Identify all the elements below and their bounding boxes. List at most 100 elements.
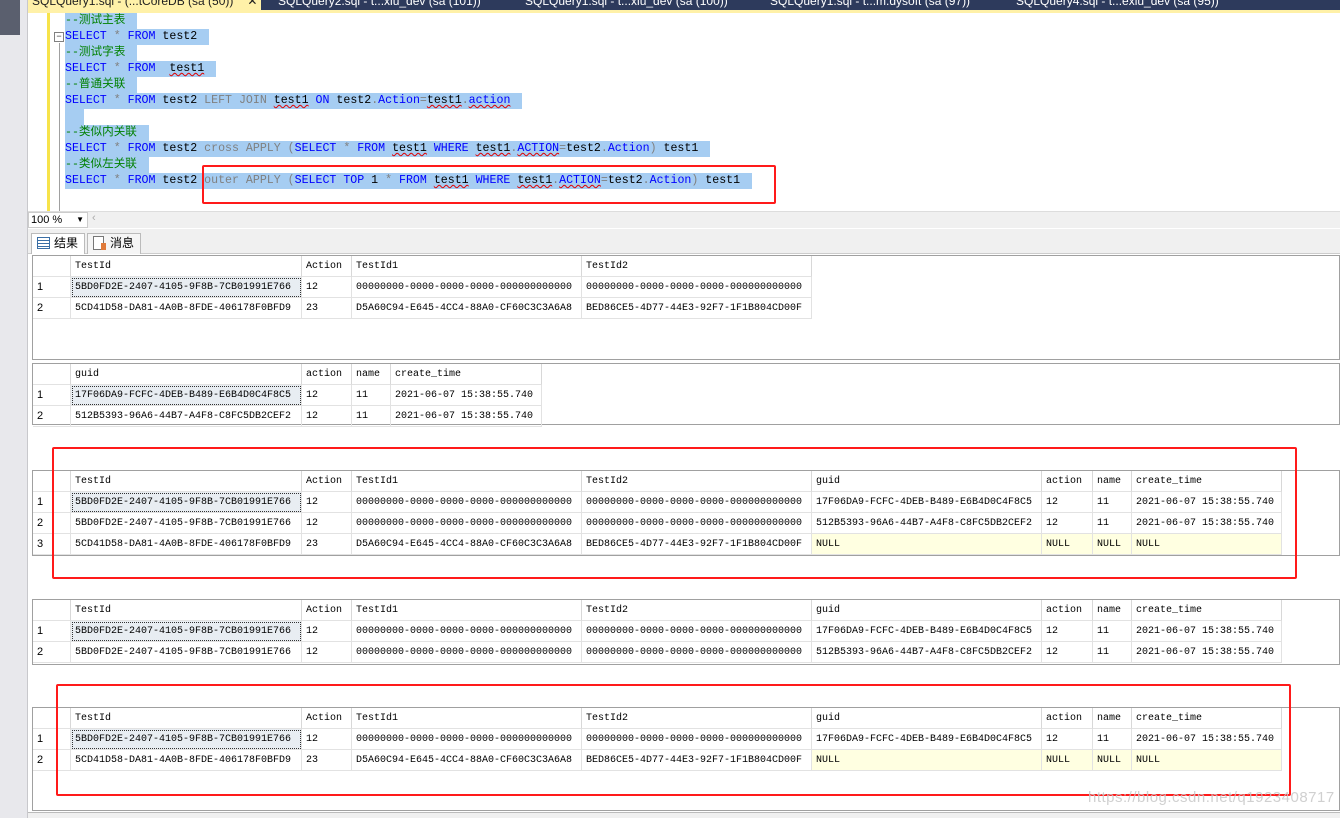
doc-tab[interactable]: SQLQuery2.sql - t...xiu_dev (sa (101))	[278, 0, 481, 10]
table-cell[interactable]: 12	[302, 492, 352, 513]
column-header[interactable]: name	[1093, 708, 1132, 729]
table-cell[interactable]: 00000000-0000-0000-0000-000000000000	[352, 729, 582, 750]
column-header[interactable]: create_time	[1132, 471, 1282, 492]
table-cell[interactable]: 23	[302, 534, 352, 555]
row-header-corner[interactable]	[33, 600, 71, 621]
table-cell[interactable]: 2021-06-07 15:38:55.740	[1132, 729, 1282, 750]
table-cell[interactable]: 11	[1093, 513, 1132, 534]
table-cell[interactable]: NULL	[1093, 534, 1132, 555]
table-cell[interactable]: NULL	[812, 534, 1042, 555]
table-cell[interactable]: 5BD0FD2E-2407-4105-9F8B-7CB01991E766	[71, 492, 302, 513]
table-cell[interactable]: 12	[302, 513, 352, 534]
table-cell[interactable]: 00000000-0000-0000-0000-000000000000	[352, 642, 582, 663]
row-number[interactable]: 1	[33, 621, 71, 642]
row-number[interactable]: 2	[33, 298, 71, 319]
scroll-left-icon[interactable]: ‹	[92, 212, 96, 224]
close-icon[interactable]: ✕	[247, 0, 257, 8]
result-grid[interactable]: TestId Action TestId1 TestId2 guid action name…	[32, 599, 1340, 665]
column-header[interactable]: TestId1	[352, 256, 582, 277]
table-cell[interactable]: 11	[1093, 492, 1132, 513]
column-header[interactable]: create_time	[1132, 708, 1282, 729]
zoom-select[interactable]: 100 % ▼	[28, 212, 88, 228]
table-cell[interactable]: 17F06DA9-FCFC-4DEB-B489-E6B4D0C4F8C5	[812, 492, 1042, 513]
table-cell[interactable]: 12	[302, 277, 352, 298]
column-header[interactable]: TestId	[71, 600, 302, 621]
table-cell[interactable]: 12	[1042, 729, 1093, 750]
table-cell[interactable]: 11	[352, 406, 391, 427]
table-cell[interactable]: 23	[302, 298, 352, 319]
table-cell[interactable]: 11	[1093, 642, 1132, 663]
column-header[interactable]: guid	[812, 708, 1042, 729]
code-line[interactable]: SELECT * FROM test2	[65, 29, 210, 45]
table-cell[interactable]: 5BD0FD2E-2407-4105-9F8B-7CB01991E766	[71, 513, 302, 534]
table-cell[interactable]: 2021-06-07 15:38:55.740	[1132, 621, 1282, 642]
result-grid[interactable]: TestId Action TestId1 TestId2 guid action name…	[32, 470, 1340, 556]
row-header-corner[interactable]	[33, 708, 71, 729]
column-header[interactable]: Action	[302, 256, 352, 277]
table-cell[interactable]: 12	[302, 621, 352, 642]
table-cell[interactable]: 12	[302, 406, 352, 427]
tab-results[interactable]: 结果	[31, 233, 86, 254]
table-cell[interactable]: 00000000-0000-0000-0000-000000000000	[352, 621, 582, 642]
table-cell[interactable]: 5CD41D58-DA81-4A0B-8FDE-406178F0BFD9	[71, 534, 302, 555]
code-line[interactable]	[65, 109, 84, 125]
table-cell[interactable]: NULL	[1132, 750, 1282, 771]
column-header[interactable]: action	[1042, 471, 1093, 492]
column-header[interactable]: name	[1093, 600, 1132, 621]
column-header[interactable]: create_time	[391, 364, 542, 385]
doc-tab[interactable]: SQLQuery4.sql - t...exiu_dev (sa (95))	[1016, 0, 1219, 10]
table-cell[interactable]: NULL	[812, 750, 1042, 771]
code-line[interactable]: --类似左关联	[65, 157, 149, 173]
column-header[interactable]: TestId1	[352, 708, 582, 729]
column-header[interactable]: action	[1042, 708, 1093, 729]
result-grid[interactable]: guid action name create_time 1 17F06DA9-FCFC-…	[32, 363, 1340, 427]
table-cell[interactable]: 00000000-0000-0000-0000-000000000000	[582, 492, 812, 513]
table-cell[interactable]: 00000000-0000-0000-0000-000000000000	[582, 513, 812, 534]
code-line[interactable]: --类似内关联	[65, 125, 149, 141]
column-header[interactable]: TestId	[71, 708, 302, 729]
table-cell[interactable]: 2021-06-07 15:38:55.740	[1132, 513, 1282, 534]
table-cell[interactable]: 17F06DA9-FCFC-4DEB-B489-E6B4D0C4F8C5	[812, 621, 1042, 642]
column-header[interactable]: action	[302, 364, 352, 385]
column-header[interactable]: Action	[302, 708, 352, 729]
table-cell[interactable]: 2021-06-07 15:38:55.740	[391, 385, 542, 406]
row-number[interactable]: 2	[33, 406, 71, 427]
tab-messages[interactable]: 消息	[87, 233, 142, 254]
row-number[interactable]: 3	[33, 534, 71, 555]
table-cell[interactable]: 12	[1042, 642, 1093, 663]
sql-editor[interactable]: − --测试主表 SELECT * FROM test2 --测试字表 SELECT …	[28, 13, 1340, 211]
table-cell[interactable]: NULL	[1042, 750, 1093, 771]
code-line[interactable]: SELECT * FROM test1	[65, 61, 217, 77]
row-number[interactable]: 1	[33, 729, 71, 750]
table-cell[interactable]: 5BD0FD2E-2407-4105-9F8B-7CB01991E766	[71, 277, 302, 298]
table-cell[interactable]: D5A60C94-E645-4CC4-88A0-CF60C3C3A6A8	[352, 534, 582, 555]
column-header[interactable]: TestId	[71, 471, 302, 492]
column-header[interactable]: TestId	[71, 256, 302, 277]
code-line[interactable]: --测试主表	[65, 13, 138, 29]
doc-tab[interactable]: SQLQuery1.sql - (...tCoreDB (sa (50)) ✕	[28, 0, 262, 10]
row-header-corner[interactable]	[33, 364, 71, 385]
table-cell[interactable]: 11	[1093, 729, 1132, 750]
row-number[interactable]: 1	[33, 385, 71, 406]
table-cell[interactable]: 00000000-0000-0000-0000-000000000000	[582, 621, 812, 642]
column-header[interactable]: Action	[302, 600, 352, 621]
row-number[interactable]: 2	[33, 642, 71, 663]
table-cell[interactable]: D5A60C94-E645-4CC4-88A0-CF60C3C3A6A8	[352, 298, 582, 319]
column-header[interactable]: TestId2	[582, 256, 812, 277]
column-header[interactable]: action	[1042, 600, 1093, 621]
table-cell[interactable]: BED86CE5-4D77-44E3-92F7-1F1B804CD00F	[582, 750, 812, 771]
table-cell[interactable]: 12	[302, 385, 352, 406]
table-cell[interactable]: 5BD0FD2E-2407-4105-9F8B-7CB01991E766	[71, 642, 302, 663]
table-cell[interactable]: 12	[1042, 621, 1093, 642]
table-cell[interactable]: 00000000-0000-0000-0000-000000000000	[352, 492, 582, 513]
table-cell[interactable]: 5CD41D58-DA81-4A0B-8FDE-406178F0BFD9	[71, 298, 302, 319]
table-cell[interactable]: NULL	[1042, 534, 1093, 555]
code-line[interactable]: SELECT * FROM test2 cross APPLY (SELECT …	[65, 141, 711, 157]
row-number[interactable]: 2	[33, 750, 71, 771]
column-header[interactable]: name	[352, 364, 391, 385]
table-cell[interactable]: 17F06DA9-FCFC-4DEB-B489-E6B4D0C4F8C5	[812, 729, 1042, 750]
table-cell[interactable]: 5BD0FD2E-2407-4105-9F8B-7CB01991E766	[71, 621, 302, 642]
table-cell[interactable]: 5CD41D58-DA81-4A0B-8FDE-406178F0BFD9	[71, 750, 302, 771]
code-line[interactable]: SELECT * FROM test2 LEFT JOIN test1 ON t…	[65, 93, 523, 109]
table-cell[interactable]: 11	[352, 385, 391, 406]
